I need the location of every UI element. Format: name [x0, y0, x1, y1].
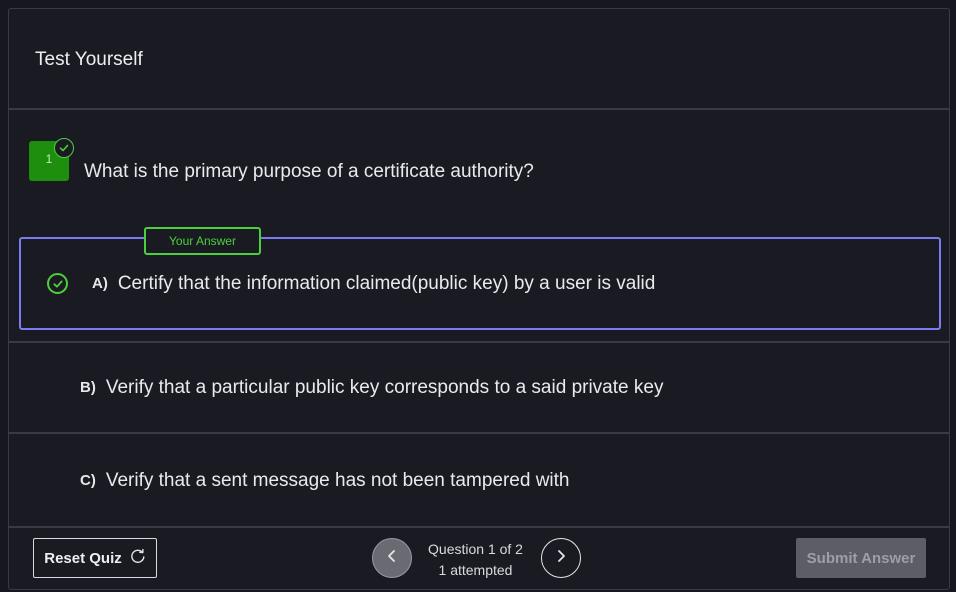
check-circle-icon [47, 273, 68, 294]
option-text: Certify that the information claimed(pub… [117, 272, 656, 294]
option-letter: C) [80, 472, 96, 489]
option-text: Verify that a particular public key corr… [105, 376, 664, 398]
quiz-panel: Test Yourself 1 What is the primary purp… [8, 8, 950, 590]
check-circle-icon [54, 138, 74, 158]
option-b[interactable]: B) Verify that a particular public key c… [9, 341, 949, 434]
quiz-footer: Reset Quiz Question 1 of 2 1 attempted S… [9, 529, 949, 589]
chevron-left-icon [385, 549, 399, 568]
attempted-counter: 1 attempted [438, 562, 513, 578]
quiz-header: Test Yourself [9, 9, 949, 110]
next-question-button[interactable] [541, 538, 581, 578]
previous-question-button[interactable] [372, 538, 412, 578]
submit-answer-button[interactable]: Submit Answer [796, 538, 926, 578]
chevron-right-icon [554, 549, 568, 568]
refresh-icon [130, 548, 146, 568]
option-text: Verify that a sent message has not been … [105, 469, 570, 491]
option-letter: A) [92, 275, 108, 292]
your-answer-badge: Your Answer [144, 227, 261, 255]
reset-quiz-button[interactable]: Reset Quiz [33, 538, 157, 578]
option-c[interactable]: C) Verify that a sent message has not be… [9, 435, 949, 528]
question-counter: Question 1 of 2 [428, 541, 523, 557]
reset-quiz-label: Reset Quiz [44, 549, 122, 567]
question-text: What is the primary purpose of a certifi… [84, 161, 534, 182]
quiz-title: Test Yourself [35, 49, 143, 70]
question-position: Question 1 of 2 1 attempted [409, 539, 542, 581]
option-letter: B) [80, 379, 96, 396]
